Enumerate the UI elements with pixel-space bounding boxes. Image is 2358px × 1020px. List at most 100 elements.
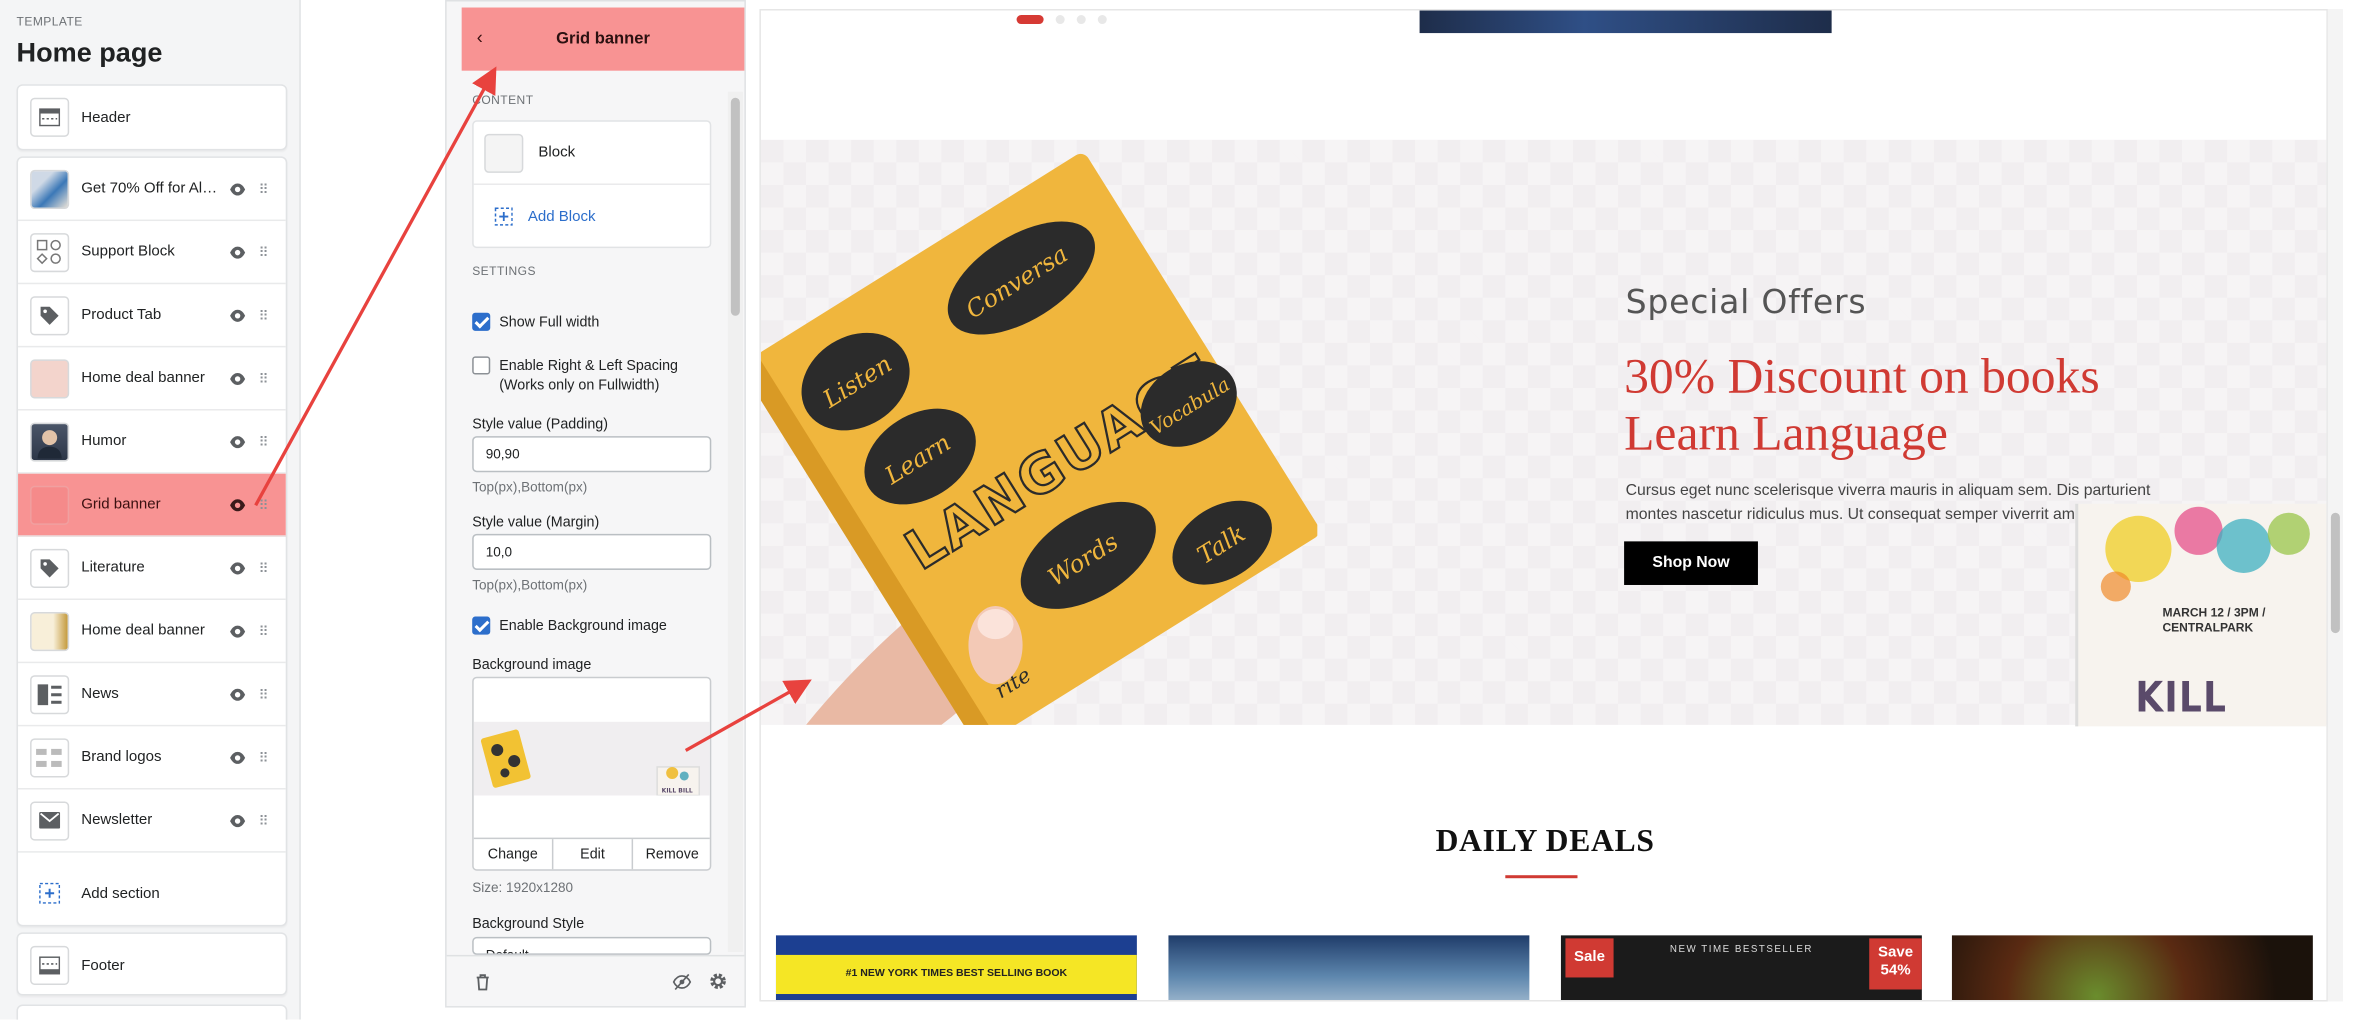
slider-dot[interactable] bbox=[1097, 15, 1107, 25]
block-label: Block bbox=[538, 144, 576, 161]
eye-icon[interactable] bbox=[229, 622, 247, 640]
add-section-button[interactable]: Add section bbox=[18, 862, 286, 925]
slider-dots bbox=[1016, 15, 1107, 25]
drag-handle-icon[interactable]: ⠿ bbox=[259, 624, 269, 638]
eye-icon[interactable] bbox=[229, 306, 247, 324]
scrollbar-thumb[interactable] bbox=[2330, 512, 2340, 634]
padding-input[interactable]: 90,90 bbox=[472, 436, 712, 473]
section-row[interactable]: Product Tab ⠿ bbox=[18, 284, 286, 348]
header-card: Header bbox=[16, 84, 288, 151]
section-label: Brand logos bbox=[81, 748, 162, 766]
preview-scrollbar[interactable] bbox=[2327, 9, 2343, 1002]
drag-handle-icon[interactable]: ⠿ bbox=[259, 435, 269, 449]
bg-image-buttons: Change Edit Remove bbox=[473, 837, 710, 870]
section-label: Home deal banner bbox=[81, 369, 205, 387]
change-button[interactable]: Change bbox=[474, 839, 554, 870]
add-block-button[interactable]: Add Block bbox=[474, 185, 710, 248]
drag-handle-icon[interactable]: ⠿ bbox=[259, 498, 269, 512]
drag-handle-icon[interactable]: ⠿ bbox=[259, 561, 269, 575]
eye-icon[interactable] bbox=[229, 685, 247, 703]
enable-bg-label: Enable Background image bbox=[499, 618, 667, 635]
drag-handle-icon[interactable]: ⠿ bbox=[259, 750, 269, 764]
edit-button[interactable]: Edit bbox=[553, 839, 634, 870]
padding-hint: Top(px),Bottom(px) bbox=[472, 479, 588, 495]
bg-style-label: Background Style bbox=[472, 915, 585, 933]
eye-icon[interactable] bbox=[229, 748, 247, 766]
section-footer[interactable]: Footer bbox=[18, 934, 286, 997]
section-row[interactable]: Brand logos ⠿ bbox=[18, 726, 286, 790]
footer-card: Footer bbox=[16, 932, 288, 997]
banner-subtitle: Special Offers bbox=[1625, 284, 1867, 322]
enable-spacing-line-1: Enable Right & Left Spacing bbox=[499, 357, 678, 375]
bg-style-select[interactable]: Default bbox=[472, 936, 712, 955]
product-card[interactable] bbox=[1168, 935, 1530, 1001]
slider-dot-active[interactable] bbox=[1016, 15, 1044, 25]
grid-banner-section: Listen Conversa Learn LANGUAGE Words Tal… bbox=[760, 139, 2327, 727]
eye-icon[interactable] bbox=[229, 180, 247, 198]
eye-icon[interactable] bbox=[229, 496, 247, 514]
add-block-icon bbox=[494, 207, 513, 226]
product-cover-text: NEW TIME BESTSELLER bbox=[1669, 944, 1813, 955]
back-chevron-icon[interactable]: ‹ bbox=[477, 27, 483, 48]
section-row[interactable]: News ⠿ bbox=[18, 663, 286, 727]
sale-badge: Sale bbox=[1565, 938, 1614, 978]
banner-heading: 30% Discount on books Learn Language bbox=[1624, 349, 2100, 463]
section-header[interactable]: Header bbox=[18, 86, 286, 149]
image-size-text: Size: 1920x1280 bbox=[472, 879, 574, 895]
remove-button[interactable]: Remove bbox=[633, 839, 710, 869]
page-title: Home page bbox=[16, 37, 163, 68]
shop-now-button[interactable]: Shop Now bbox=[1624, 541, 1758, 585]
section-row[interactable]: Literature ⠿ bbox=[18, 537, 286, 601]
image-thumb bbox=[30, 358, 70, 398]
section-row[interactable]: Home deal banner ⠿ bbox=[18, 600, 286, 664]
kill-bill-poster: MARCH 12 / 3PM / CENTRALPARK KILL BILL bbox=[2075, 503, 2327, 727]
bg-image-preview: KILL BILL bbox=[473, 721, 710, 797]
enable-bg-checkbox[interactable] bbox=[472, 616, 491, 635]
margin-label: Style value (Margin) bbox=[472, 514, 600, 531]
header-layout-icon bbox=[30, 97, 70, 137]
product-card[interactable] bbox=[1951, 935, 2313, 1001]
slider-dot[interactable] bbox=[1055, 15, 1065, 25]
drag-handle-icon[interactable]: ⠿ bbox=[259, 371, 269, 385]
eye-icon[interactable] bbox=[229, 432, 247, 450]
section-label: Grid banner bbox=[81, 496, 161, 513]
section-label: Home deal banner bbox=[81, 622, 205, 640]
section-row-grid-banner[interactable]: Grid banner ⠿ bbox=[18, 473, 286, 537]
drag-handle-icon[interactable]: ⠿ bbox=[259, 687, 269, 701]
block-item[interactable]: Block bbox=[473, 122, 710, 185]
section-row[interactable]: Newsletter ⠿ bbox=[18, 789, 286, 853]
section-row[interactable]: Home deal banner ⠿ bbox=[18, 347, 286, 411]
section-row[interactable]: Humor ⠿ bbox=[18, 411, 286, 474]
eye-icon[interactable] bbox=[229, 559, 247, 577]
poster-date: MARCH 12 / 3PM / CENTRALPARK bbox=[2162, 606, 2265, 636]
footer-layout-icon bbox=[30, 945, 70, 985]
product-card[interactable]: #1 NEW YORK TIMES BEST SELLING BOOK bbox=[775, 935, 1137, 1001]
trash-icon[interactable] bbox=[475, 973, 490, 991]
gear-icon[interactable] bbox=[708, 971, 728, 991]
scrollbar-thumb[interactable] bbox=[730, 97, 740, 316]
drag-handle-icon[interactable]: ⠿ bbox=[259, 814, 269, 828]
support-icons-thumb bbox=[30, 232, 70, 272]
product-card[interactable]: NEW TIME BESTSELLER Sale Save 54% bbox=[1560, 935, 1922, 1001]
template-caption: TEMPLATE bbox=[16, 15, 83, 29]
add-section-label: Add section bbox=[81, 884, 160, 902]
hide-section-icon[interactable] bbox=[672, 973, 692, 991]
show-full-width-checkbox[interactable] bbox=[472, 312, 491, 331]
section-label: Literature bbox=[81, 559, 145, 576]
enable-spacing-checkbox[interactable] bbox=[472, 356, 491, 375]
drag-handle-icon[interactable]: ⠿ bbox=[259, 245, 269, 259]
section-row[interactable]: Get 70% Off for All ... ⠿ bbox=[18, 158, 286, 222]
slider-dot[interactable] bbox=[1076, 15, 1086, 25]
eye-icon[interactable] bbox=[229, 811, 247, 829]
settings-scrollbar[interactable] bbox=[727, 91, 743, 952]
previous-section-image bbox=[1419, 10, 1832, 34]
eye-icon[interactable] bbox=[229, 369, 247, 387]
enable-spacing-label: Enable Right & Left Spacing (Works only … bbox=[499, 356, 678, 395]
eye-icon[interactable] bbox=[229, 243, 247, 261]
section-label: Newsletter bbox=[81, 812, 153, 829]
banner-text: Cursus eget nunc scelerisque viverra mau… bbox=[1625, 481, 2151, 524]
drag-handle-icon[interactable]: ⠿ bbox=[259, 182, 269, 196]
drag-handle-icon[interactable]: ⠿ bbox=[259, 308, 269, 322]
margin-input[interactable]: 10,0 bbox=[472, 533, 712, 570]
section-row[interactable]: Support Block ⠿ bbox=[18, 221, 286, 285]
